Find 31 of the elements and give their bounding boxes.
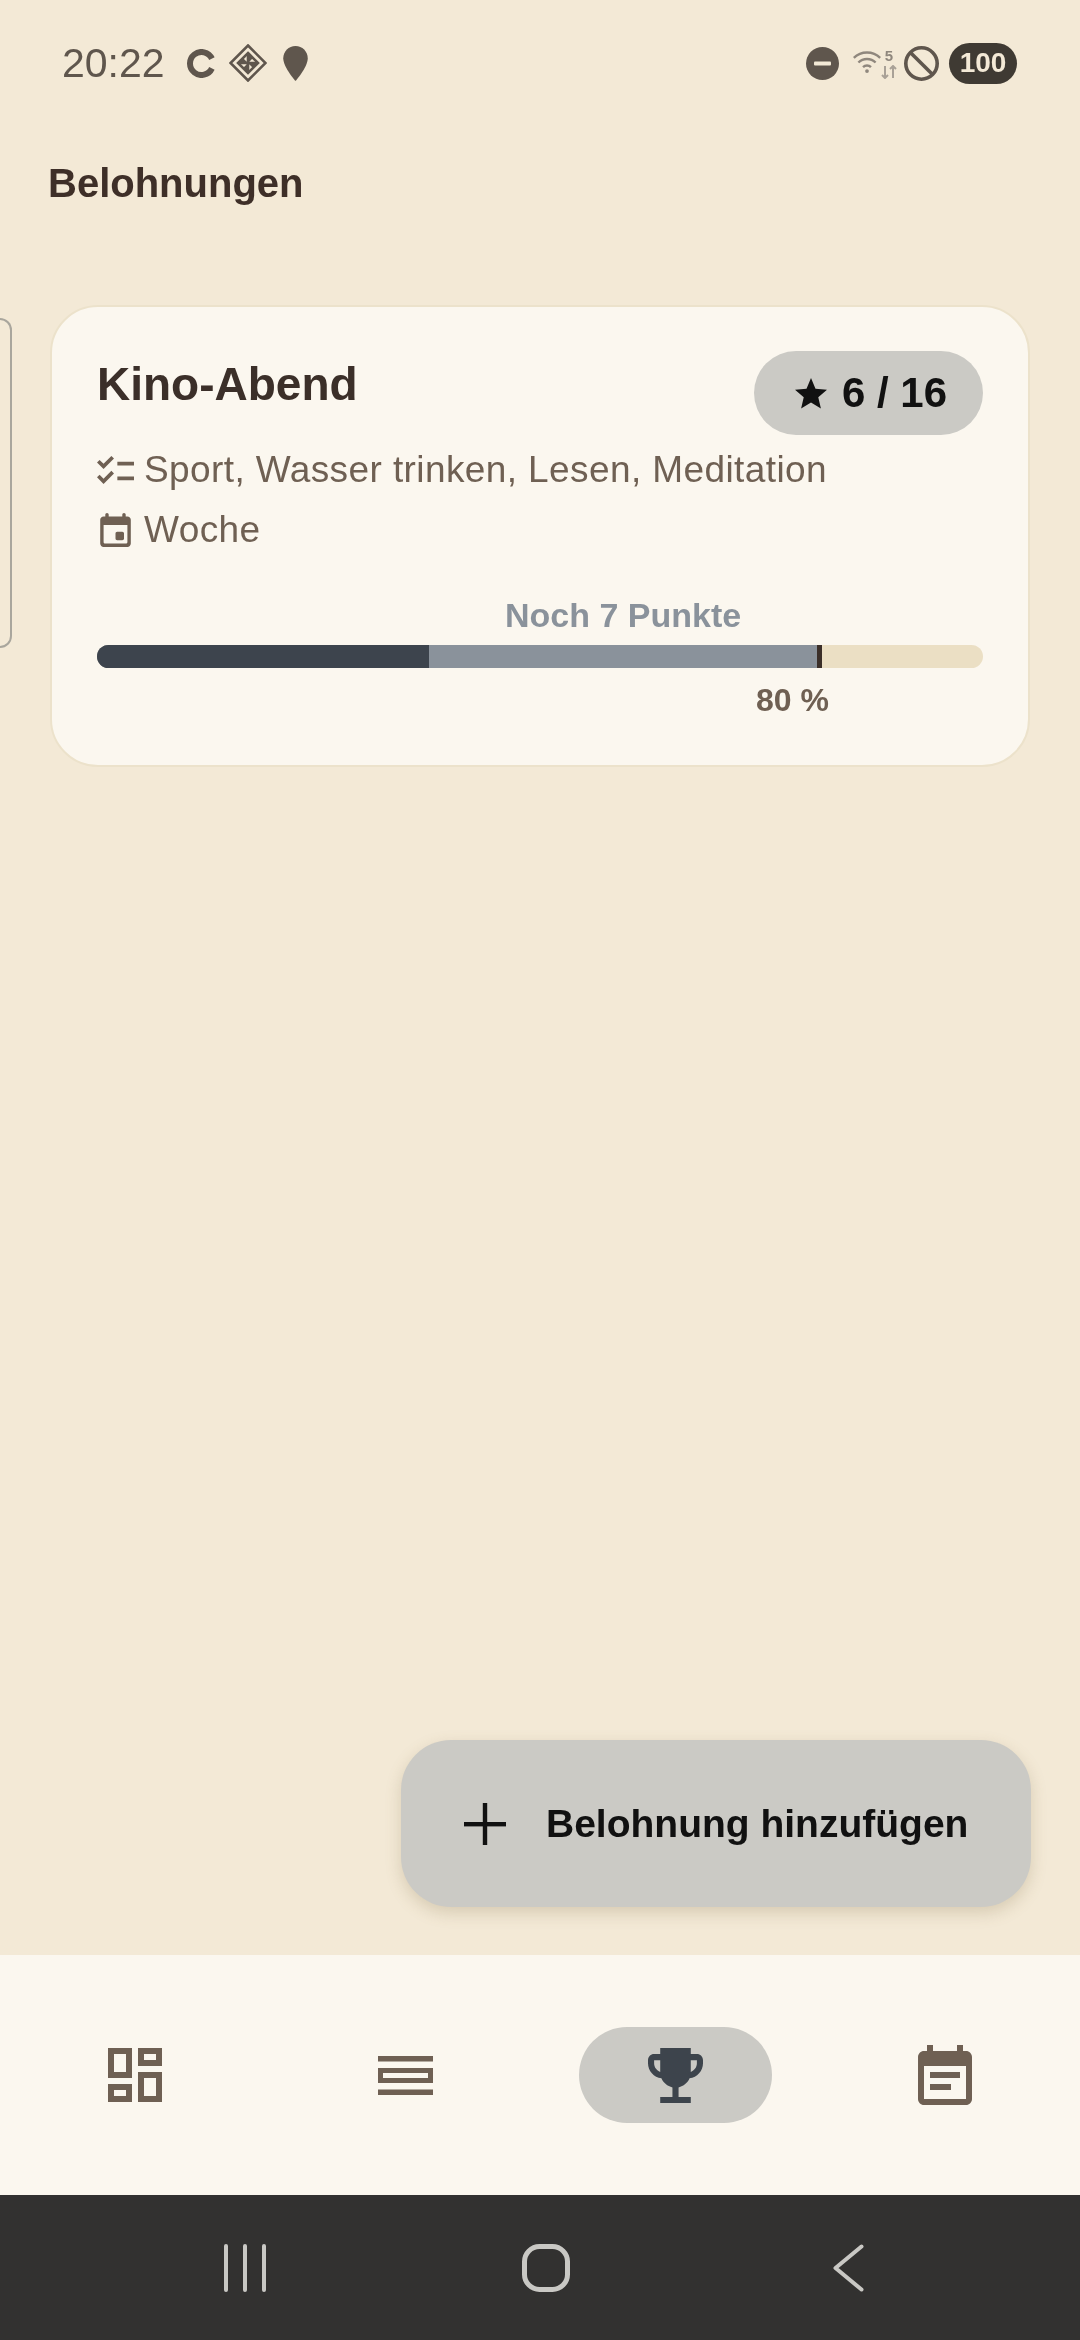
wifi-icon (853, 50, 881, 73)
star-icon (794, 377, 827, 409)
battery-level: 100 (949, 42, 1017, 84)
no-entry-icon (904, 45, 939, 81)
back-icon[interactable] (833, 2243, 864, 2292)
calendar-icon (918, 2045, 972, 2105)
c-ring-icon (186, 48, 216, 78)
plus-icon (464, 1802, 506, 1845)
wifi-band-label: 5 (884, 47, 894, 63)
data-arrows-icon (881, 64, 897, 79)
trophy-icon (647, 2047, 703, 2103)
location-pin-icon (282, 45, 308, 81)
calendar-icon (100, 513, 131, 547)
minus-circle-icon (806, 46, 839, 80)
checklist-icon (97, 455, 134, 485)
reward-title: Kino-Abend (97, 357, 358, 412)
goal-marker (816, 645, 822, 668)
add-reward-button[interactable]: Belohnung hinzufügen (401, 1740, 1031, 1907)
list-icon (377, 2055, 433, 2095)
status-time: 20:22 (62, 39, 165, 88)
recents-icon[interactable] (224, 2243, 266, 2292)
screen-title: Belohnungen (48, 160, 304, 207)
goal-percent-label: 80 % (755, 681, 829, 720)
remaining-points-label: Noch 7 Punkte (504, 595, 742, 636)
detail-text: Woche (144, 508, 261, 552)
points-text: 6 / 16 (841, 368, 947, 418)
home-icon[interactable] (522, 2243, 570, 2292)
diamond-icon (228, 44, 267, 82)
detail-text: Sport, Wasser trinken, Lesen, Meditation (144, 448, 827, 492)
reward-card[interactable]: Kino-Abend 6 / 16 Sport, Wasser trinken, Lesen, Meditation Woche Noch 7 Punkte 80 % (50, 305, 1030, 767)
dashboard-icon (108, 2048, 162, 2102)
